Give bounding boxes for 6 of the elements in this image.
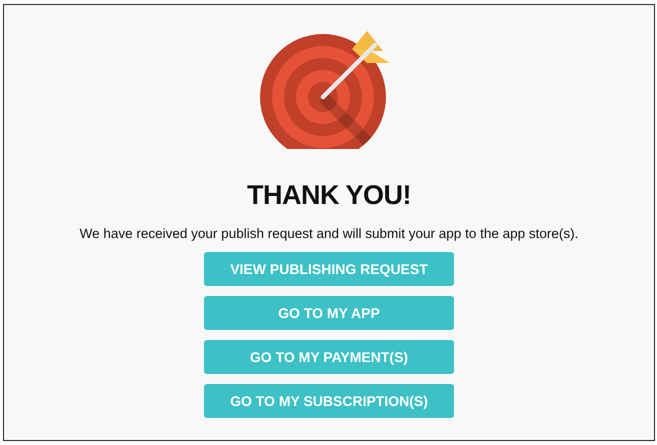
action-button[interactable]: GO TO MY APP bbox=[204, 296, 454, 330]
message-text: We have received your publish request and will submit your app to the app store(s). bbox=[80, 225, 578, 243]
heading: THANK YOU! bbox=[246, 179, 411, 212]
action-button[interactable]: VIEW PUBLISHING REQUEST bbox=[204, 252, 454, 286]
action-button[interactable]: GO TO MY PAYMENT(S) bbox=[204, 340, 454, 374]
action-button[interactable]: GO TO MY SUBSCRIPTION(S) bbox=[204, 384, 454, 418]
